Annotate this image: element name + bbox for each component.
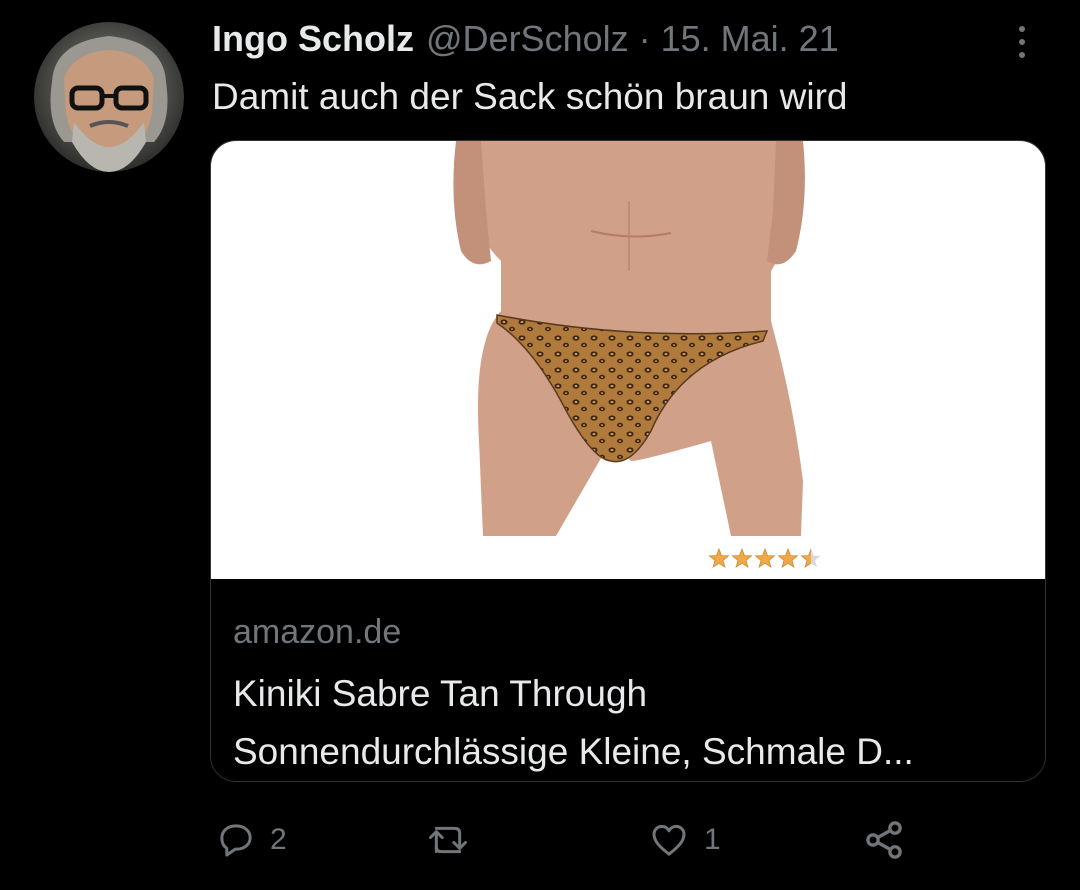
card-image xyxy=(211,141,1045,579)
share-button[interactable] xyxy=(862,812,906,868)
share-icon xyxy=(866,821,902,859)
retweet-button[interactable] xyxy=(426,812,484,868)
card-domain: amazon.de xyxy=(233,613,402,651)
card-meta: amazon.de Kiniki Sabre Tan Through Sonne… xyxy=(211,579,1045,781)
more-vertical-icon[interactable] xyxy=(1010,22,1034,62)
tweet-text: Damit auch der Sack schön braun wird xyxy=(212,76,848,117)
like-count: 1 xyxy=(704,823,721,856)
author-name[interactable]: Ingo Scholz xyxy=(212,18,414,60)
star-filled xyxy=(731,547,753,569)
tweet-header: Ingo Scholz @DerScholz · 15. Mai. 21 xyxy=(212,18,839,64)
link-card[interactable]: amazon.de Kiniki Sabre Tan Through Sonne… xyxy=(210,140,1046,782)
star-filled xyxy=(777,547,799,569)
reply-count: 2 xyxy=(270,823,287,856)
product-photo xyxy=(453,141,805,536)
retweet-icon xyxy=(429,826,467,854)
reply-icon xyxy=(220,824,252,857)
star-filled xyxy=(754,547,776,569)
author-handle[interactable]: @DerScholz xyxy=(426,18,629,60)
heart-icon xyxy=(652,824,686,856)
star-filled xyxy=(708,547,730,569)
card-title-line-1: Kiniki Sabre Tan Through xyxy=(233,673,648,714)
card-title: Kiniki Sabre Tan Through Sonnendurchläss… xyxy=(233,665,1033,781)
tweet-date[interactable]: 15. Mai. 21 xyxy=(661,18,839,60)
separator-dot: · xyxy=(638,18,651,59)
avatar-image xyxy=(50,36,168,172)
rating-stars xyxy=(708,547,828,571)
card-title-line-2: Sonnendurchlässige Kleine, Schmale D... xyxy=(233,731,914,772)
tweet-actions: 2 1 xyxy=(212,812,932,868)
avatar[interactable] xyxy=(34,22,184,172)
like-button[interactable]: 1 xyxy=(648,812,721,868)
reply-button[interactable]: 2 xyxy=(216,812,287,868)
